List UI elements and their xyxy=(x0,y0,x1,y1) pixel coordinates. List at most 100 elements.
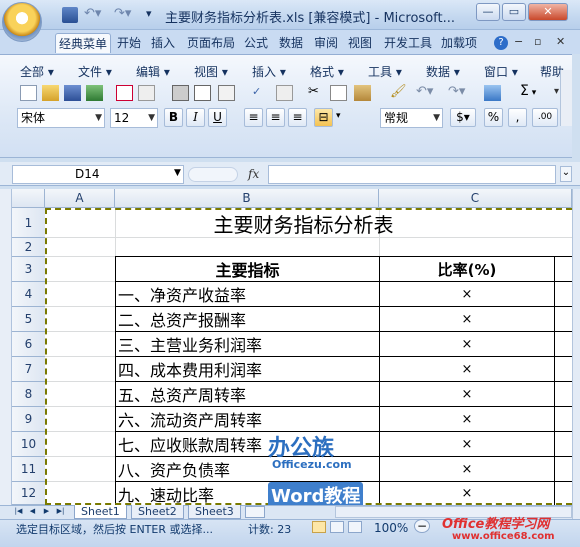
close-button[interactable]: ✕ xyxy=(528,3,568,21)
next-sheet-icon[interactable]: ▶ xyxy=(42,506,51,517)
autosum-icon[interactable]: Σ ▾ xyxy=(520,83,536,99)
open-icon[interactable] xyxy=(42,85,59,101)
table-row-indicator[interactable]: 一、净资产收益率 xyxy=(118,282,378,306)
insert-sheet-icon[interactable] xyxy=(245,506,265,518)
zoom-out-button[interactable]: − xyxy=(414,519,430,533)
permission-icon[interactable] xyxy=(86,85,103,101)
row-header[interactable]: 8 xyxy=(12,382,45,407)
row-header[interactable]: 1 xyxy=(12,208,45,238)
number-format-select[interactable]: 常规 ▼ xyxy=(380,108,443,128)
header-ratio[interactable]: 比率(%) xyxy=(380,257,554,281)
header-indicator[interactable]: 主要指标 xyxy=(116,257,379,281)
name-box-dropdown-icon[interactable]: ▼ xyxy=(174,168,181,178)
tab-view[interactable]: 视图 xyxy=(345,33,375,53)
redo-toolbar-icon[interactable]: ↷▾ xyxy=(448,85,474,101)
undo-toolbar-icon[interactable]: ↶▾ xyxy=(416,85,442,101)
table-row-indicator[interactable]: 三、主营业务利润率 xyxy=(118,332,378,356)
table-row-indicator[interactable]: 六、流动资产周转率 xyxy=(118,407,378,431)
menu-window[interactable]: 窗口 ▾ xyxy=(484,63,518,80)
tab-data[interactable]: 数据 xyxy=(276,33,306,53)
expand-formula-bar-icon[interactable]: ⌄ xyxy=(560,166,572,182)
menu-tools[interactable]: 工具 ▾ xyxy=(368,63,402,80)
copy-icon[interactable] xyxy=(330,85,347,101)
tab-page-layout[interactable]: 页面布局 xyxy=(184,33,238,53)
table-row-value[interactable]: × xyxy=(380,332,554,356)
row-header[interactable]: 9 xyxy=(12,407,45,432)
row-header[interactable]: 2 xyxy=(12,238,45,257)
restore-button[interactable]: ▭ xyxy=(502,3,526,21)
percent-button[interactable]: % xyxy=(484,108,503,127)
tab-review[interactable]: 审阅 xyxy=(311,33,341,53)
tab-add-ins[interactable]: 加载项 xyxy=(438,33,480,53)
sort-icon[interactable]: ▾ xyxy=(554,86,559,97)
table-row-value[interactable]: × xyxy=(380,357,554,381)
sheet-title[interactable]: 主要财务指标分析表 xyxy=(115,208,572,238)
redo-icon[interactable]: ↷▾ xyxy=(114,7,140,23)
bold-button[interactable]: B xyxy=(164,108,183,127)
table-row-indicator[interactable]: 四、成本费用利润率 xyxy=(118,357,378,381)
sheet-tab-2[interactable]: Sheet2 xyxy=(131,505,184,519)
customize-quick-access-icon[interactable]: ▾ xyxy=(146,7,162,23)
format-painter-icon[interactable]: 🖌 xyxy=(390,85,407,101)
menu-all[interactable]: 全部 ▾ xyxy=(20,63,54,80)
align-center-icon[interactable]: ≡ xyxy=(266,108,285,127)
tab-home[interactable]: 开始 xyxy=(114,33,144,53)
prev-sheet-icon[interactable]: ◀ xyxy=(28,506,37,517)
column-header-c[interactable]: C xyxy=(379,189,572,208)
row-header[interactable]: 7 xyxy=(12,357,45,382)
row-header[interactable]: 6 xyxy=(12,332,45,357)
table-row-indicator[interactable]: 五、总资产周转率 xyxy=(118,382,378,406)
office-button[interactable] xyxy=(2,2,42,42)
menu-data[interactable]: 数据 ▾ xyxy=(426,63,460,80)
table-row-indicator[interactable]: 二、总资产报酬率 xyxy=(118,307,378,331)
save-toolbar-icon[interactable] xyxy=(64,85,81,101)
column-header-b[interactable]: B xyxy=(115,189,379,208)
name-box[interactable]: D14 xyxy=(12,165,184,184)
row-header[interactable]: 4 xyxy=(12,282,45,307)
print-preview-icon[interactable] xyxy=(194,85,211,101)
insert-function-icon[interactable]: fx xyxy=(248,167,259,181)
font-size-select[interactable]: 12 ▼ xyxy=(110,108,158,128)
table-row-value[interactable]: × xyxy=(380,307,554,331)
ribbon-overflow[interactable] xyxy=(560,70,572,126)
research-book-icon[interactable] xyxy=(276,85,293,101)
menu-edit[interactable]: 编辑 ▾ xyxy=(136,63,170,80)
table-row-indicator[interactable]: 七、应收账款周转率 xyxy=(118,432,378,456)
minimize-button[interactable]: — xyxy=(476,3,500,21)
table-row-value[interactable]: × xyxy=(380,382,554,406)
menu-format[interactable]: 格式 ▾ xyxy=(310,63,344,80)
minimize-ribbon-icon[interactable]: − xyxy=(514,35,523,48)
spelling-icon[interactable]: ✓ xyxy=(252,85,269,101)
formula-slider[interactable] xyxy=(188,167,238,182)
increase-decimal-button[interactable]: .00 xyxy=(532,108,558,127)
new-icon[interactable] xyxy=(20,85,37,101)
page-layout-view-icon[interactable] xyxy=(330,521,344,533)
align-left-icon[interactable]: ≡ xyxy=(244,108,263,127)
row-header[interactable]: 10 xyxy=(12,432,45,457)
merge-center-icon[interactable]: ⊟ xyxy=(314,108,333,127)
tab-insert[interactable]: 插入 xyxy=(148,33,178,53)
italic-button[interactable]: I xyxy=(186,108,205,127)
row-header[interactable]: 11 xyxy=(12,457,45,482)
menu-view[interactable]: 视图 ▾ xyxy=(194,63,228,80)
table-row-value[interactable]: × xyxy=(380,432,554,456)
vertical-scrollbar[interactable] xyxy=(572,189,580,519)
sheet-tab-3[interactable]: Sheet3 xyxy=(188,505,241,519)
last-sheet-icon[interactable]: ▶| xyxy=(56,506,65,517)
select-all-corner[interactable] xyxy=(12,189,45,208)
zoom-level[interactable]: 100% xyxy=(374,521,408,535)
hyperlink-icon[interactable] xyxy=(484,85,501,101)
tab-developer[interactable]: 开发工具 xyxy=(381,33,435,53)
first-sheet-icon[interactable]: |◀ xyxy=(14,506,23,517)
comma-button[interactable]: , xyxy=(508,108,527,127)
menu-file[interactable]: 文件 ▾ xyxy=(78,63,112,80)
sheet-tab-1[interactable]: Sheet1 xyxy=(74,505,127,519)
tab-classic-menu[interactable]: 经典菜单 xyxy=(55,33,112,53)
table-row-value[interactable]: × xyxy=(380,407,554,431)
restore-workbook-icon[interactable]: ▫ xyxy=(534,35,541,48)
menu-insert[interactable]: 插入 ▾ xyxy=(252,63,286,80)
print-pdf-icon[interactable] xyxy=(116,85,133,101)
close-workbook-icon[interactable]: ✕ xyxy=(556,35,565,48)
column-header-a[interactable]: A xyxy=(45,189,115,208)
row-header[interactable]: 5 xyxy=(12,307,45,332)
